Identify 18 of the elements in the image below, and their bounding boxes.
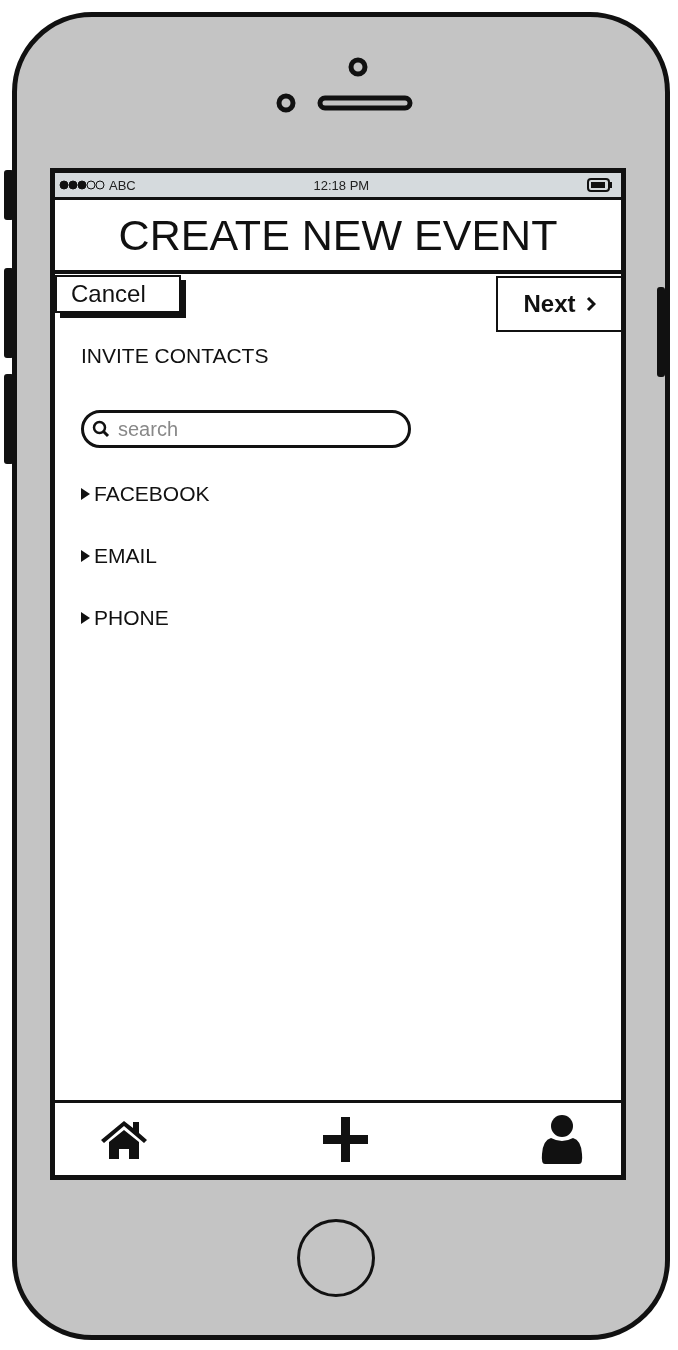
tab-bar-item[interactable]: [541, 1114, 583, 1164]
search-field[interactable]: search: [81, 410, 411, 448]
tab-bar-item[interactable]: [322, 1116, 368, 1162]
plus-icon: [322, 1116, 368, 1162]
home-button[interactable]: [297, 1218, 375, 1297]
contact-group[interactable]: EMAIL: [81, 544, 158, 568]
chevron-right-icon: [585, 296, 596, 312]
section-heading: INVITE CONTACTS: [81, 344, 270, 368]
home-icon: [99, 1118, 149, 1160]
tab-bar-item[interactable]: [99, 1118, 149, 1160]
carrier-name: ABC: [109, 177, 136, 193]
status-time: 12:18 PM: [312, 177, 371, 193]
search-icon: [92, 420, 110, 438]
person-icon: [541, 1114, 583, 1164]
contact-group-label: EMAIL: [94, 544, 158, 568]
battery-icon: [587, 178, 613, 192]
next-button[interactable]: Next: [496, 276, 621, 332]
signal-icon: [59, 180, 105, 190]
